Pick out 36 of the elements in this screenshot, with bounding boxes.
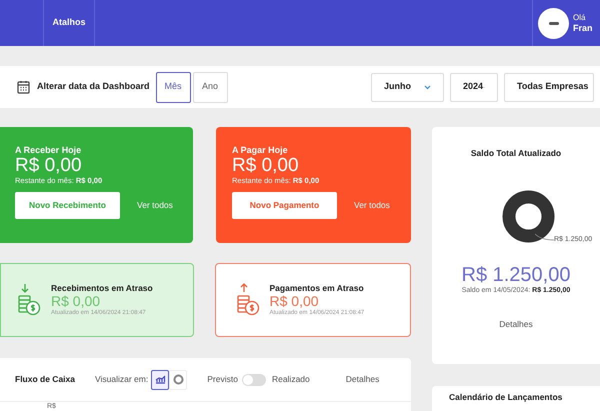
toolbar-label: Alterar data da Dashboard — [37, 80, 150, 94]
card-title: A Pagar Hoje — [232, 144, 289, 156]
balance-amount: R$ 1.250,00 — [462, 264, 570, 286]
greeting-text: Olá — [573, 13, 586, 23]
card-title: Fluxo de Caixa — [15, 373, 75, 386]
dropdown[interactable]: Todas Empresas — [504, 72, 594, 102]
period-tab[interactable]: Mês — [156, 72, 191, 102]
nav-link[interactable]: Atalhos — [52, 16, 86, 30]
details-link[interactable]: Detalhes — [346, 373, 380, 386]
line-chart-icon — [154, 375, 166, 384]
view-label: Visualizar em: — [95, 373, 148, 386]
donut-chart-icon — [172, 374, 184, 385]
card-title: Recebimentos em Atraso — [51, 282, 153, 294]
chart-type-button[interactable] — [151, 370, 170, 390]
details-link[interactable]: Detalhes — [499, 318, 533, 331]
avatar[interactable] — [538, 8, 569, 38]
dropdown[interactable]: Junho — [371, 72, 444, 102]
card-amount: R$ 0,00 — [15, 156, 83, 176]
coins-up-arrow-icon — [236, 282, 260, 318]
donut-ring-drawing — [502, 190, 555, 243]
card-amount: R$ 0,00 — [270, 294, 319, 308]
card-title: Saldo Total Atualizado — [470, 147, 562, 160]
card-title: A Receber Hoje — [15, 144, 82, 156]
leader-line — [535, 232, 554, 241]
card-title: Calendário de Lançamentos — [449, 392, 564, 403]
user-name: Fran — [573, 23, 593, 33]
calendar-icon — [17, 80, 30, 94]
card-title: Pagamentos em Atraso — [270, 282, 364, 294]
card-amount: R$ 0,00 — [232, 156, 300, 176]
period-tab[interactable]: Ano — [192, 72, 228, 102]
card-amount: R$ 0,00 — [51, 294, 102, 308]
toggle-label: Previsto — [207, 373, 238, 386]
dropdown[interactable]: 2024 — [450, 72, 498, 102]
coins-down-arrow-icon — [17, 282, 41, 318]
toggle-switch[interactable] — [242, 374, 266, 386]
toggle-label: Realizado — [272, 373, 310, 386]
